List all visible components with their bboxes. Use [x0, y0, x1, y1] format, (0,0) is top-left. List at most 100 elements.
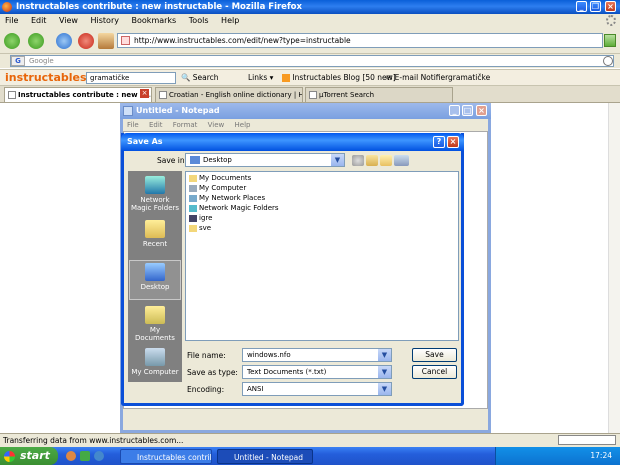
notepad-title: Untitled - Notepad [136, 106, 220, 115]
highlight-term-label: gramatičke [448, 73, 491, 82]
menu-view[interactable]: View [54, 14, 83, 28]
progress-bar [558, 435, 616, 445]
google-search-input[interactable]: Google [10, 55, 614, 67]
np-menu-help[interactable]: Help [231, 121, 255, 129]
file-name-input[interactable]: windows.nfo ▼ [242, 348, 392, 362]
save-in-dropdown[interactable]: Desktop ▼ [185, 153, 345, 167]
forward-icon[interactable] [28, 33, 44, 49]
save-type-dropdown[interactable]: Text Documents (*.txt) ▼ [242, 365, 392, 379]
taskbar-firefox-task[interactable]: Instructables contrib... [120, 449, 212, 464]
page-scrollbar[interactable] [608, 103, 620, 433]
file-item-my-computer[interactable]: My Computer [189, 184, 246, 193]
email-notifier-button[interactable]: ✉ E-mail Notifier [386, 72, 448, 84]
reload-icon[interactable] [56, 33, 72, 49]
place-recent[interactable]: Recent [129, 220, 181, 248]
highlight-term-button[interactable]: gramatičke [448, 72, 490, 84]
view-menu-icon[interactable] [394, 155, 409, 166]
np-menu-view[interactable]: View [204, 121, 229, 129]
tab-close-icon[interactable]: × [140, 89, 149, 98]
notepad-maximize-icon[interactable]: □ [462, 105, 473, 116]
help-icon[interactable]: ? [433, 136, 445, 148]
file-item-network-magic-folders[interactable]: Network Magic Folders [189, 204, 279, 213]
notepad-title-bar: Untitled - Notepad [120, 103, 491, 119]
menu-history[interactable]: History [86, 14, 124, 28]
blog-button[interactable]: Instructables Blog [50 new] [282, 72, 396, 84]
instructables-search-input[interactable]: gramatičke [86, 72, 176, 84]
save-button[interactable]: Save [412, 348, 457, 362]
cancel-button[interactable]: Cancel [412, 365, 457, 379]
restore-icon[interactable]: ❐ [590, 1, 601, 12]
documents-folder-icon [145, 306, 165, 324]
quicklaunch-browser-icon[interactable] [94, 451, 104, 461]
windows-logo-icon [4, 451, 15, 462]
url-bar[interactable]: http://www.instructables.com/edit/new?ty… [117, 33, 603, 48]
file-label: My Network Places [199, 194, 266, 202]
links-button[interactable]: Links ▾ [248, 72, 273, 84]
go-icon[interactable] [604, 34, 616, 47]
tab-croatian-dictionary[interactable]: Croatian - English online dictionary | H… [155, 87, 303, 102]
np-menu-file[interactable]: File [123, 121, 143, 129]
clock[interactable]: 17:24 [590, 451, 612, 460]
encoding-dropdown[interactable]: ANSI ▼ [242, 382, 392, 396]
save-type-value: Text Documents (*.txt) [247, 368, 327, 376]
place-label: My Computer [131, 368, 179, 376]
file-item-igre[interactable]: igre [189, 214, 212, 223]
system-tray: 17:24 [495, 447, 620, 465]
status-text: Transferring data from www.instructables… [3, 436, 184, 445]
menu-help[interactable]: Help [216, 14, 244, 28]
google-placeholder: Google [29, 57, 54, 65]
quicklaunch-app-icon[interactable] [80, 451, 90, 461]
back-icon[interactable] [4, 33, 20, 49]
quicklaunch-firefox-icon[interactable] [66, 451, 76, 461]
back-folder-icon[interactable] [352, 155, 364, 166]
search-icon[interactable] [603, 56, 613, 66]
blog-label: Instructables Blog [50 new] [292, 73, 396, 82]
new-folder-icon[interactable] [380, 155, 392, 166]
home-icon[interactable] [98, 33, 114, 49]
desktop-place-icon [145, 263, 165, 281]
notepad-close-icon[interactable]: × [476, 105, 487, 116]
menu-tools[interactable]: Tools [184, 14, 214, 28]
google-icon[interactable]: G [11, 56, 25, 66]
stop-icon[interactable] [78, 33, 94, 49]
file-item-sve[interactable]: sve [189, 224, 211, 233]
instructables-logo[interactable]: instructables [5, 69, 87, 86]
tab-utorrent-search[interactable]: µTorrent Search [305, 87, 453, 102]
file-item-my-network-places[interactable]: My Network Places [189, 194, 265, 203]
up-folder-icon[interactable] [366, 155, 378, 166]
encoding-value: ANSI [247, 385, 264, 393]
site-icon [121, 36, 130, 45]
place-label: Network Magic Folders [130, 196, 180, 212]
menu-bookmarks[interactable]: Bookmarks [127, 14, 182, 28]
menu-edit[interactable]: Edit [26, 14, 52, 28]
chevron-down-icon: ▼ [378, 349, 391, 361]
file-label: igre [199, 214, 213, 222]
tab-favicon-icon [159, 91, 167, 99]
place-my-documents[interactable]: My Documents [129, 306, 181, 342]
place-desktop[interactable]: Desktop [129, 260, 181, 300]
close-icon[interactable]: × [605, 1, 616, 12]
file-label: My Documents [199, 174, 252, 182]
email-label: E-mail Notifier [394, 73, 449, 82]
minimize-icon[interactable]: _ [576, 1, 587, 12]
file-name-label: File name: [187, 351, 226, 360]
place-label: Desktop [140, 283, 170, 291]
taskbar-notepad-task[interactable]: Untitled - Notepad [217, 449, 313, 464]
tab-label: µTorrent Search [319, 91, 375, 99]
menu-file[interactable]: File [0, 14, 23, 28]
place-my-computer[interactable]: My Computer [129, 348, 181, 376]
tab-favicon-icon [309, 91, 317, 99]
recent-folder-icon [145, 220, 165, 238]
chevron-down-icon: ▼ [378, 383, 391, 395]
tab-instructables[interactable]: Instructables contribute : new in... [4, 87, 152, 102]
instructables-search-button[interactable]: 🔍 Search [181, 72, 219, 84]
file-item-my-documents[interactable]: My Documents [189, 174, 251, 183]
chevron-down-icon: ▼ [378, 366, 391, 378]
np-menu-format[interactable]: Format [169, 121, 202, 129]
np-menu-edit[interactable]: Edit [145, 121, 167, 129]
firefox-logo-icon [2, 2, 12, 12]
status-bar: Transferring data from www.instructables… [0, 433, 620, 447]
dialog-close-icon[interactable]: × [447, 136, 459, 148]
notepad-minimize-icon[interactable]: _ [449, 105, 460, 116]
place-network-magic-folders[interactable]: Network Magic Folders [129, 176, 181, 212]
